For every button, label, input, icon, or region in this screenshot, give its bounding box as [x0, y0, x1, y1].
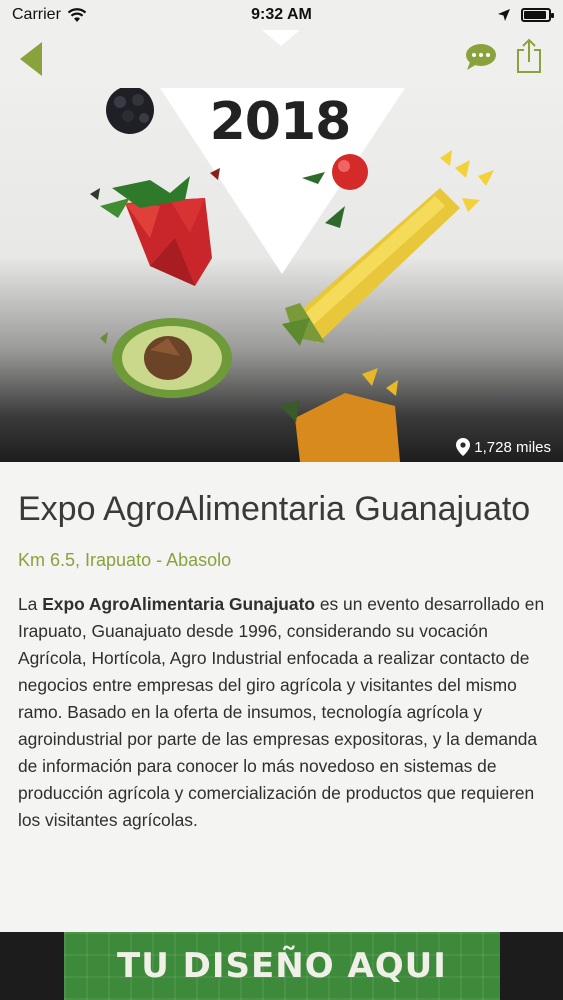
distance-badge: 1,728 miles: [456, 438, 551, 456]
blackberry-illustration: [106, 88, 154, 134]
ad-banner: TU DISEÑO AQUI: [0, 932, 563, 1000]
nav-notch-decoration: [262, 30, 300, 46]
avocado-illustration: [112, 318, 232, 398]
hero-year-text: 2018: [209, 92, 352, 152]
description-prefix: La: [18, 594, 43, 614]
description-body: es un evento desarrollado en Irapuato, G…: [18, 594, 545, 830]
event-address[interactable]: Km 6.5, Irapuato - Abasolo: [18, 550, 545, 571]
battery-icon: [521, 8, 554, 22]
navigation-bar: [0, 30, 563, 88]
clock: 9:32 AM: [251, 6, 312, 23]
event-title: Expo AgroAlimentaria Guanajuato: [18, 490, 531, 528]
location-arrow-icon: [498, 9, 510, 21]
wifi-icon: [67, 7, 87, 22]
share-button[interactable]: [514, 38, 544, 74]
back-button[interactable]: [14, 40, 50, 78]
distance-label: 1,728 miles: [474, 438, 551, 456]
location-pin-icon: [456, 438, 471, 456]
ad-banner-button[interactable]: TU DISEÑO AQUI: [64, 932, 500, 1000]
chat-button[interactable]: [464, 42, 498, 72]
chevron-left-icon: [20, 42, 42, 76]
strawberry-illustration: [100, 176, 212, 286]
hero-image: 2018 1,728 miles: [0, 88, 563, 462]
chat-bubble-icon: [466, 44, 496, 70]
status-bar: Carrier 9:32 AM: [0, 0, 563, 30]
share-icon: [517, 38, 541, 73]
pepper-illustration: [280, 368, 400, 462]
ad-banner-text: TU DISEÑO AQUI: [117, 946, 447, 986]
description-bold: Expo AgroAlimentaria Gunajuato: [42, 594, 315, 614]
carrier-label: Carrier: [12, 6, 61, 23]
event-details: Expo AgroAlimentaria Guanajuato Km 6.5, …: [0, 462, 563, 932]
event-description: La Expo AgroAlimentaria Gunajuato es un …: [18, 591, 545, 834]
